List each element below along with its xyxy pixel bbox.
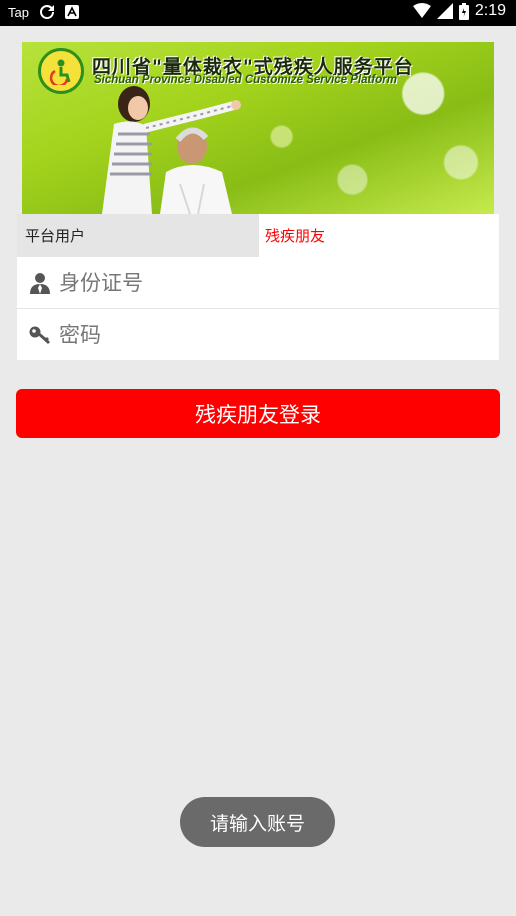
status-bar: Tap 2:19 xyxy=(0,0,516,26)
battery-icon xyxy=(458,2,469,20)
people-illustration xyxy=(102,86,241,214)
id-number-row xyxy=(17,257,499,308)
user-icon xyxy=(28,271,52,295)
login-form xyxy=(17,257,499,360)
sync-icon xyxy=(39,4,55,20)
tab-platform-user-label: 平台用户 xyxy=(25,227,86,245)
key-icon xyxy=(28,323,52,347)
wifi-icon xyxy=(412,3,431,19)
tab-disabled-friend-label: 残疾朋友 xyxy=(265,227,326,245)
password-row xyxy=(17,308,499,360)
signal-icon xyxy=(436,3,453,19)
login-button[interactable]: 残疾朋友登录 xyxy=(16,389,500,438)
disabled-federation-logo xyxy=(38,48,84,94)
clock-time: 2:19 xyxy=(474,2,506,19)
tab-platform-user[interactable]: 平台用户 xyxy=(17,214,259,257)
header-banner: 四川省"量体裁衣"式残疾人服务平台 Sichuan Province Disab… xyxy=(22,42,494,214)
toast-message: 请输入账号 xyxy=(180,797,335,847)
login-type-tabs: 平台用户 残疾朋友 xyxy=(17,214,499,257)
carrier-label: Tap xyxy=(8,4,29,20)
id-number-input[interactable] xyxy=(57,269,461,296)
password-input[interactable] xyxy=(57,321,461,348)
font-icon xyxy=(64,5,79,19)
tab-disabled-friend[interactable]: 残疾朋友 xyxy=(259,214,499,257)
